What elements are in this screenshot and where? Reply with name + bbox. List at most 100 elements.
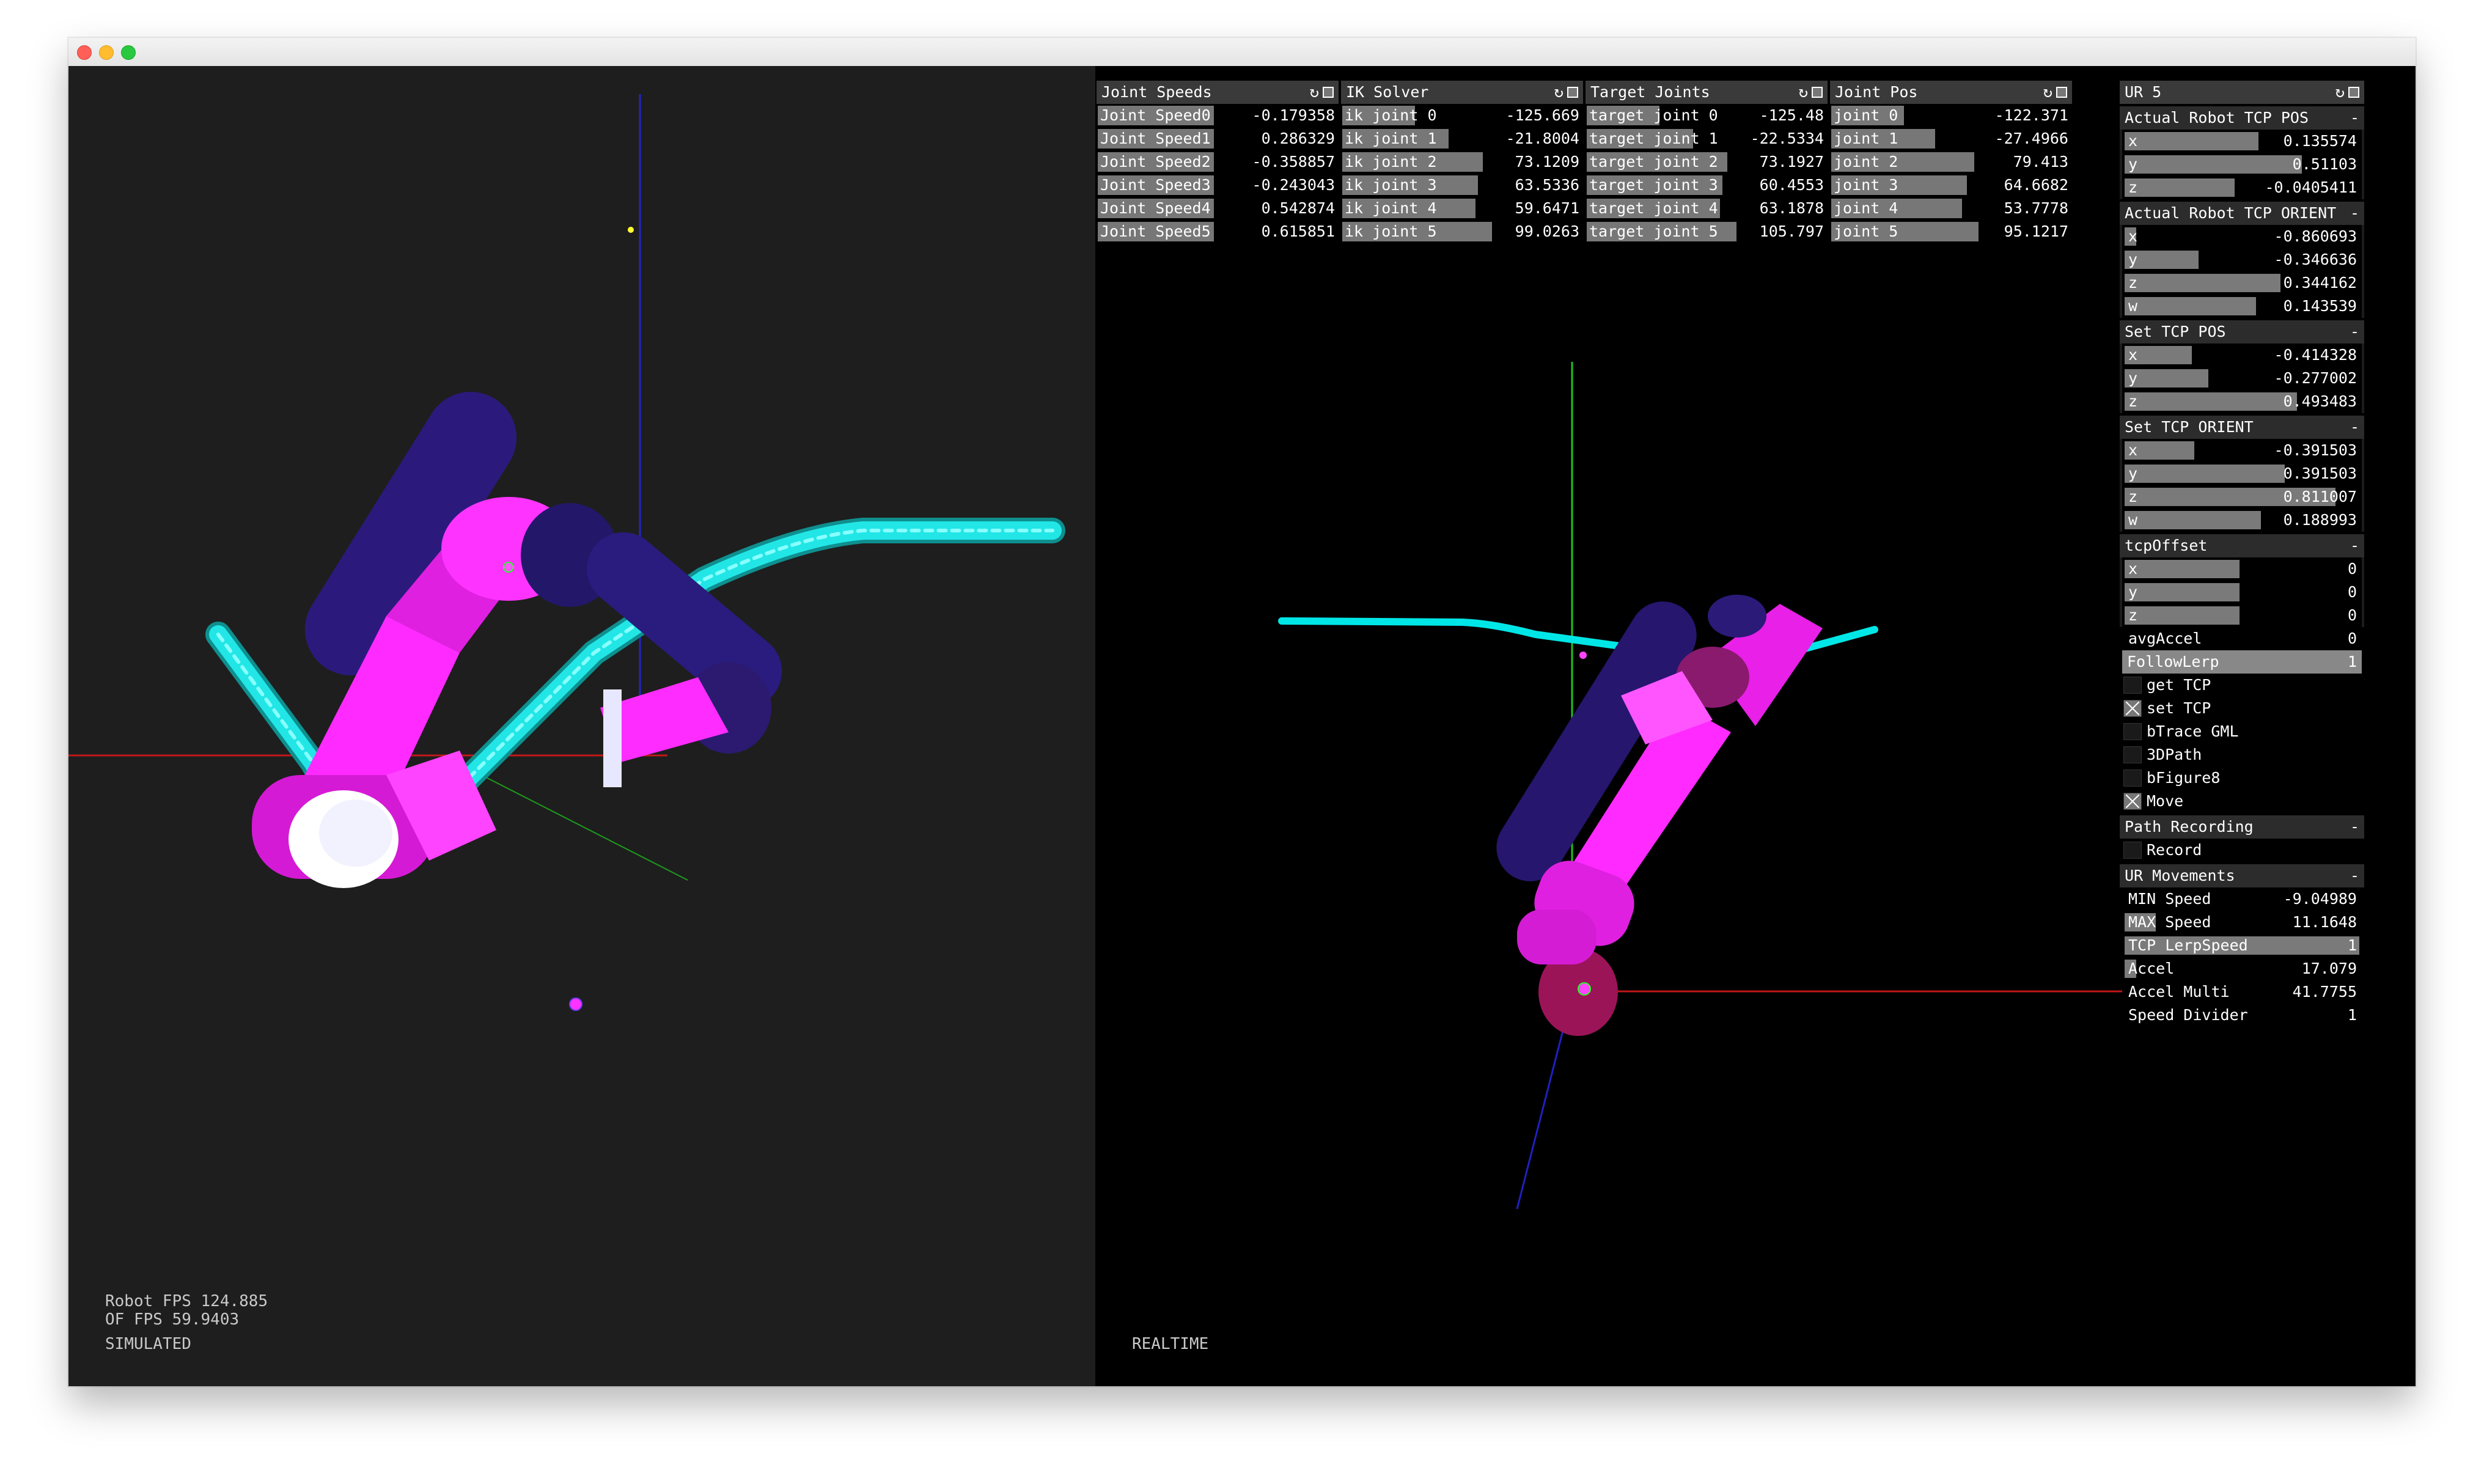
toggle-row[interactable]: Move (2122, 790, 2362, 813)
joint-slider[interactable]: Joint Speed1 0.286329 (1097, 127, 1339, 150)
slider-label: ik joint 1 (1345, 130, 1437, 147)
vector-slider[interactable]: y -0.346636 (2122, 248, 2362, 271)
follow-lerp-slider[interactable]: FollowLerp 1 (2122, 650, 2362, 674)
target-joints-header[interactable]: Target Joints ↻ (1586, 81, 1828, 104)
reload-icon[interactable]: ↻ (1798, 81, 1808, 104)
slider-value: -0.277002 (2274, 369, 2357, 387)
toggle-row[interactable]: bTrace GML (2122, 720, 2362, 743)
checkbox-icon[interactable] (2123, 842, 2142, 859)
save-icon[interactable] (1323, 87, 1334, 98)
vector-slider[interactable]: x -0.860693 (2122, 225, 2362, 248)
vector-slider[interactable]: x -0.414328 (2122, 343, 2362, 367)
group-header[interactable]: Actual Robot TCP POS - (2120, 104, 2364, 130)
ik-solver-header[interactable]: IK Solver ↻ (1341, 81, 1583, 104)
ur5-header[interactable]: UR 5 ↻ (2120, 81, 2364, 104)
record-toggle[interactable]: Record (2122, 839, 2362, 862)
group-header[interactable]: Actual Robot TCP ORIENT - (2120, 199, 2364, 225)
vector-slider[interactable]: w 0.143539 (2122, 295, 2362, 318)
vector-slider[interactable]: z 0.493483 (2122, 390, 2362, 413)
joint-slider[interactable]: joint 2 79.413 (1830, 150, 2072, 174)
joint-slider[interactable]: target joint 3 60.4553 (1586, 174, 1828, 197)
joint-slider[interactable]: ik joint 0 -125.669 (1341, 104, 1583, 127)
joint-speeds-header[interactable]: Joint Speeds ↻ (1097, 81, 1339, 104)
movement-slider[interactable]: MIN Speed -9.04989 (2122, 887, 2362, 911)
slider-fill (2125, 297, 2257, 315)
movement-slider[interactable]: MAX Speed 11.1648 (2122, 911, 2362, 934)
save-icon[interactable] (2348, 87, 2359, 98)
ur-movements-header[interactable]: UR Movements - (2120, 862, 2364, 887)
slider-label: y (2128, 369, 2138, 387)
joint-slider[interactable]: Joint Speed0 -0.179358 (1097, 104, 1339, 127)
toggle-row[interactable]: get TCP (2122, 674, 2362, 697)
save-icon[interactable] (1567, 87, 1578, 98)
vector-slider[interactable]: x0 (2122, 557, 2362, 581)
joint-slider[interactable]: target joint 0 -125.48 (1586, 104, 1828, 127)
group-header[interactable]: Set TCP POS - (2120, 318, 2364, 343)
joint-slider[interactable]: ik joint 3 63.5336 (1341, 174, 1583, 197)
toggle-row[interactable]: bFigure8 (2122, 766, 2362, 790)
collapse-icon[interactable]: - (2350, 534, 2359, 557)
joint-slider[interactable]: target joint 5 105.797 (1586, 220, 1828, 243)
joint-slider[interactable]: ik joint 5 99.0263 (1341, 220, 1583, 243)
collapse-icon[interactable]: - (2350, 202, 2359, 225)
maximize-window-button[interactable] (121, 45, 136, 60)
collapse-icon[interactable]: - (2350, 815, 2359, 839)
vector-slider[interactable]: x 0.135574 (2122, 130, 2362, 153)
joint-slider[interactable]: Joint Speed5 0.615851 (1097, 220, 1339, 243)
group-header[interactable]: tcpOffset - (2120, 532, 2364, 557)
movement-slider[interactable]: TCP LerpSpeed 1 (2122, 934, 2362, 957)
movement-slider[interactable]: Speed Divider 1 (2122, 1004, 2362, 1027)
toggle-row[interactable]: set TCP (2122, 697, 2362, 720)
vector-slider[interactable]: y -0.277002 (2122, 367, 2362, 390)
joint-slider[interactable]: target joint 2 73.1927 (1586, 150, 1828, 174)
toggle-row[interactable]: 3DPath (2122, 743, 2362, 766)
joint-slider[interactable]: ik joint 1 -21.8004 (1341, 127, 1583, 150)
joint-slider[interactable]: ik joint 2 73.1209 (1341, 150, 1583, 174)
reload-icon[interactable]: ↻ (2335, 81, 2345, 104)
joint-slider[interactable]: joint 4 53.7778 (1830, 197, 2072, 220)
joint-slider[interactable]: joint 1 -27.4966 (1830, 127, 2072, 150)
reload-icon[interactable]: ↻ (2043, 81, 2052, 104)
joint-slider[interactable]: Joint Speed4 0.542874 (1097, 197, 1339, 220)
vector-slider[interactable]: w 0.188993 (2122, 509, 2362, 532)
vector-slider[interactable]: z0 (2122, 604, 2362, 627)
vector-slider[interactable]: y 0.391503 (2122, 462, 2362, 485)
movement-slider[interactable]: Accel Multi 41.7755 (2122, 980, 2362, 1004)
save-icon[interactable] (1812, 87, 1823, 98)
checked-box-icon[interactable] (2123, 793, 2142, 810)
joint-slider[interactable]: joint 5 95.1217 (1830, 220, 2072, 243)
joint-slider[interactable]: target joint 4 63.1878 (1586, 197, 1828, 220)
minimize-window-button[interactable] (99, 45, 114, 60)
simulated-viewport[interactable]: Robot FPS 124.885 OF FPS 59.9403 SIMULAT… (68, 66, 1095, 1386)
close-window-button[interactable] (77, 45, 92, 60)
vector-slider[interactable]: y0 (2122, 581, 2362, 604)
vector-slider[interactable]: z 0.344162 (2122, 271, 2362, 295)
vector-slider[interactable]: x -0.391503 (2122, 439, 2362, 462)
path-recording-header[interactable]: Path Recording - (2120, 813, 2364, 839)
collapse-icon[interactable]: - (2350, 320, 2359, 343)
checkbox-icon[interactable] (2123, 677, 2142, 694)
reload-icon[interactable]: ↻ (1554, 81, 1564, 104)
joint-slider[interactable]: joint 3 64.6682 (1830, 174, 2072, 197)
joint-slider[interactable]: target joint 1 -22.5334 (1586, 127, 1828, 150)
checkbox-icon[interactable] (2123, 723, 2142, 740)
movement-slider[interactable]: Accel 17.079 (2122, 957, 2362, 980)
vector-slider[interactable]: z -0.0405411 (2122, 176, 2362, 199)
collapse-icon[interactable]: - (2350, 106, 2359, 130)
save-icon[interactable] (2056, 87, 2067, 98)
checked-box-icon[interactable] (2123, 700, 2142, 717)
avg-accel-slider[interactable]: avgAccel 0 (2122, 627, 2362, 650)
joint-pos-header[interactable]: Joint Pos ↻ (1830, 81, 2072, 104)
vector-slider[interactable]: z 0.811007 (2122, 485, 2362, 509)
collapse-icon[interactable]: - (2350, 416, 2359, 439)
checkbox-icon[interactable] (2123, 746, 2142, 763)
vector-slider[interactable]: y 0.51103 (2122, 153, 2362, 176)
reload-icon[interactable]: ↻ (1309, 81, 1319, 104)
checkbox-icon[interactable] (2123, 770, 2142, 787)
collapse-icon[interactable]: - (2350, 864, 2359, 887)
joint-slider[interactable]: ik joint 4 59.6471 (1341, 197, 1583, 220)
group-header[interactable]: Set TCP ORIENT - (2120, 413, 2364, 439)
joint-slider[interactable]: Joint Speed3 -0.243043 (1097, 174, 1339, 197)
joint-slider[interactable]: Joint Speed2 -0.358857 (1097, 150, 1339, 174)
joint-slider[interactable]: joint 0 -122.371 (1830, 104, 2072, 127)
